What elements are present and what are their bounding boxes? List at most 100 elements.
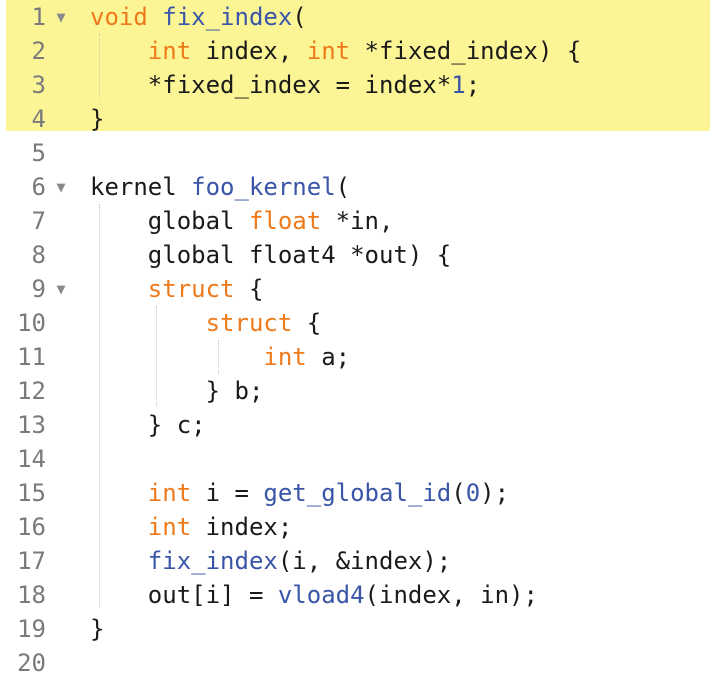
code-token: out[i] = xyxy=(90,581,278,609)
code-line[interactable]: 20 xyxy=(0,646,710,680)
code-token: } xyxy=(90,615,105,643)
keyword-token: struct xyxy=(147,275,235,303)
number-token: 0 xyxy=(465,479,481,507)
code-token: } xyxy=(90,105,105,133)
code-text: struct { xyxy=(90,306,322,340)
fold-arrow-icon[interactable]: ▼ xyxy=(52,272,70,306)
line-number: 6 xyxy=(31,173,46,201)
code-token: *in, xyxy=(321,207,394,235)
code-text: } b; xyxy=(90,374,264,408)
code-editor[interactable]: 1 ▼ void fix_index(2 int index, int *fixed… xyxy=(0,0,710,680)
code-text: } xyxy=(90,612,104,646)
code-text: struct { xyxy=(90,272,264,306)
code-line[interactable]: 15 int i = get_global_id(0); xyxy=(0,476,710,510)
code-text: global float *in, xyxy=(90,204,394,238)
code-line[interactable]: 7 global float *in, xyxy=(0,204,710,238)
code-text: kernel foo_kernel( xyxy=(90,170,350,204)
code-token: index, xyxy=(191,37,307,65)
fold-arrow-icon[interactable]: ▼ xyxy=(52,170,70,204)
code-line[interactable]: 13 } c; xyxy=(0,408,710,442)
code-text: global float4 *out) { xyxy=(90,238,451,272)
line-number: 3 xyxy=(31,71,46,99)
line-number: 1 xyxy=(31,3,46,31)
code-line[interactable]: 11 int a; xyxy=(0,340,710,374)
keyword-token: int xyxy=(147,37,192,65)
line-number: 12 xyxy=(17,377,46,405)
code-text: int a; xyxy=(90,340,350,374)
code-token: ( xyxy=(292,3,307,31)
line-number: 17 xyxy=(17,547,46,575)
code-token: i = xyxy=(191,479,264,507)
code-text: fix_index(i, &index); xyxy=(90,544,451,578)
code-line[interactable]: 12 } b; xyxy=(0,374,710,408)
code-line[interactable]: 6 ▼ kernel foo_kernel( xyxy=(0,170,710,204)
line-number: 18 xyxy=(17,581,46,609)
code-token: global xyxy=(90,207,249,235)
fold-arrow-icon[interactable]: ▼ xyxy=(52,0,70,34)
function-token: get_global_id xyxy=(263,479,452,507)
code-text: int index, int *fixed_index) { xyxy=(90,34,582,68)
function-token: fix_index xyxy=(162,3,293,31)
keyword-token: struct xyxy=(205,309,293,337)
code-token: (index, in); xyxy=(364,581,538,609)
code-line[interactable]: 5 xyxy=(0,136,710,170)
keyword-token: int xyxy=(263,343,307,371)
code-line[interactable]: 14 xyxy=(0,442,710,476)
line-number: 15 xyxy=(17,479,46,507)
number-token: 1 xyxy=(451,71,466,99)
line-number: 8 xyxy=(31,241,46,269)
function-token: vload4 xyxy=(277,581,365,609)
line-number: 7 xyxy=(31,207,46,235)
keyword-token: float xyxy=(248,207,322,235)
code-token: { xyxy=(234,275,264,303)
code-token: (i, &index); xyxy=(277,547,452,575)
code-line[interactable]: 1 ▼ void fix_index( xyxy=(0,0,710,34)
code-token: ; xyxy=(465,71,481,99)
code-text: } c; xyxy=(90,408,206,442)
code-text: void fix_index( xyxy=(90,0,307,34)
line-number: 2 xyxy=(31,37,46,65)
code-text: } xyxy=(90,102,104,136)
code-line[interactable]: 17 fix_index(i, &index); xyxy=(0,544,710,578)
code-line[interactable]: 19} xyxy=(0,612,710,646)
code-line[interactable]: 18 out[i] = vload4(index, in); xyxy=(0,578,710,612)
keyword-token: int xyxy=(147,479,192,507)
code-line[interactable]: 9 ▼ struct { xyxy=(0,272,710,306)
code-token: *fixed_index) { xyxy=(350,37,582,65)
code-token: index; xyxy=(191,513,293,541)
line-number: 5 xyxy=(31,139,46,167)
line-number: 13 xyxy=(17,411,46,439)
code-line[interactable]: 10 struct { xyxy=(0,306,710,340)
code-token: ); xyxy=(480,479,510,507)
code-line[interactable]: 3 *fixed_index = index*1; xyxy=(0,68,710,102)
line-number: 14 xyxy=(17,445,46,473)
code-token: } c; xyxy=(90,411,206,439)
code-line[interactable]: 4} xyxy=(0,102,710,136)
code-line[interactable]: 2 int index, int *fixed_index) { xyxy=(0,34,710,68)
line-number: 16 xyxy=(17,513,46,541)
line-number: 11 xyxy=(17,343,46,371)
code-token: *fixed_index = index* xyxy=(90,71,452,99)
code-token: ( xyxy=(335,173,351,201)
line-number: 19 xyxy=(17,615,46,643)
code-token: global float4 *out) { xyxy=(90,241,452,269)
code-token: kernel xyxy=(90,173,192,201)
code-token: } b; xyxy=(90,377,264,405)
code-token: ( xyxy=(451,479,466,507)
line-number: 20 xyxy=(17,649,46,677)
keyword-token: int xyxy=(147,513,192,541)
line-number: 9 xyxy=(31,275,46,303)
function-token: fix_index xyxy=(147,547,278,575)
code-token: a; xyxy=(306,343,351,371)
code-line[interactable]: 16 int index; xyxy=(0,510,710,544)
code-line[interactable]: 8 global float4 *out) { xyxy=(0,238,710,272)
keyword-token: int xyxy=(306,37,351,65)
code-text: int index; xyxy=(90,510,293,544)
